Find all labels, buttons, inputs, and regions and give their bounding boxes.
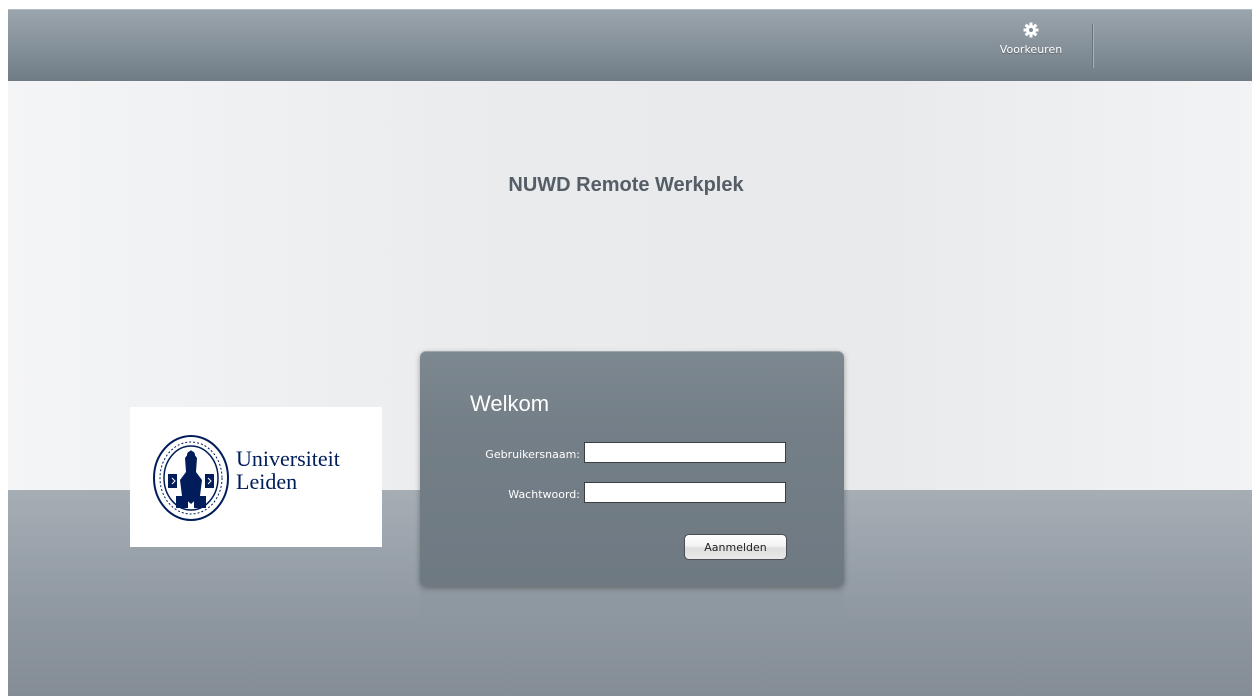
logo-line-2: Leiden <box>236 469 298 494</box>
gear-icon <box>1023 22 1039 38</box>
username-input[interactable] <box>584 442 786 463</box>
panel-reflection <box>420 588 844 648</box>
logo-wordmark: Universiteit Leiden <box>236 447 340 493</box>
top-toolbar: Voorkeuren <box>8 9 1252 81</box>
username-label: Gebruikersnaam: <box>485 448 580 461</box>
logo-line-1: Universiteit <box>236 446 340 471</box>
welcome-heading: Welkom <box>470 391 550 416</box>
app-window: Voorkeuren Universiteit Leiden Welkom Ge… <box>8 9 1252 696</box>
preferences-label: Voorkeuren <box>999 43 1063 56</box>
login-panel: Welkom Gebruikersnaam: Wachtwoord: Aanme… <box>420 351 844 586</box>
password-input[interactable] <box>584 482 786 503</box>
login-button[interactable]: Aanmelden <box>684 534 787 560</box>
university-logo: Universiteit Leiden <box>130 407 382 547</box>
toolbar-divider <box>1092 24 1093 68</box>
password-label: Wachtwoord: <box>508 488 580 501</box>
page-title: NUWD Remote Werkplek <box>508 174 744 196</box>
preferences-button[interactable]: Voorkeuren <box>989 22 1073 68</box>
university-seal-icon <box>153 435 229 521</box>
